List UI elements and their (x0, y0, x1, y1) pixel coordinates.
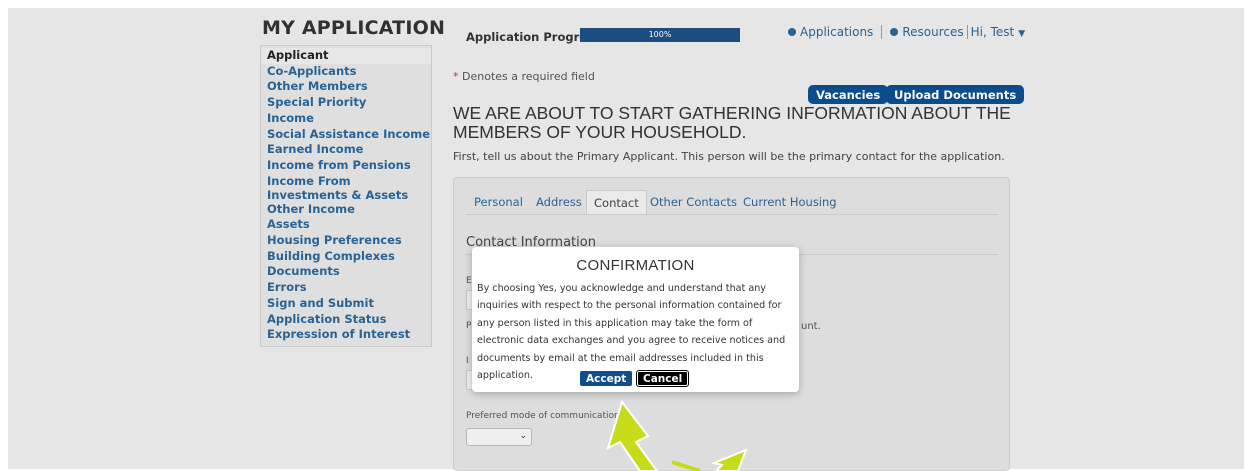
cancel-button[interactable]: Cancel (635, 370, 690, 387)
dialog-body: By choosing Yes, you acknowledge and und… (477, 283, 786, 382)
dialog-title: CONFIRMATION (576, 257, 695, 274)
accept-button[interactable]: Accept (580, 371, 633, 386)
modal-backdrop (8, 8, 1244, 469)
confirmation-dialog: CONFIRMATION By choosing Yes, you acknow… (472, 247, 799, 392)
